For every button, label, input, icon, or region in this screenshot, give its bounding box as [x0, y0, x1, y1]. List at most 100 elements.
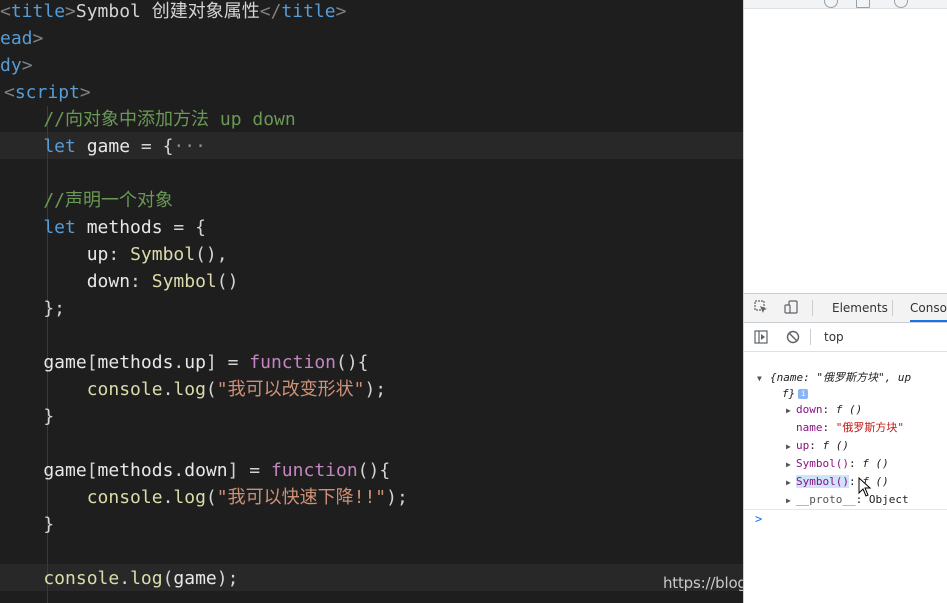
code-token: methods	[97, 352, 174, 373]
console-output[interactable]: ▼ {name: "俄罗斯方块", up f} i ▶ down: f () name…	[744, 352, 947, 603]
console-object-preview-end: f} i	[782, 386, 809, 402]
property-value: f ()	[835, 403, 863, 416]
collapsed-triangle-icon[interactable]: ▶	[786, 457, 791, 473]
code-line[interactable]: <script>	[4, 79, 91, 106]
code-line[interactable]: let methods = {	[0, 214, 206, 241]
code-token: <	[4, 82, 15, 103]
code-token: up	[0, 244, 109, 265]
console-prompt[interactable]: >	[755, 512, 762, 526]
back-icon[interactable]	[758, 0, 770, 6]
code-token: (	[205, 379, 217, 400]
code-token: (){	[336, 352, 369, 373]
code-token: :	[108, 244, 131, 265]
code-line[interactable]: <title>Symbol 创建对象属性</title>	[0, 0, 346, 25]
code-token: </	[259, 1, 282, 22]
code-line[interactable]: ead>	[0, 25, 43, 52]
code-line[interactable]: console.log("我可以改变形状");	[0, 376, 386, 403]
console-property-row[interactable]: name: "俄罗斯方块"	[796, 420, 904, 436]
collapsed-triangle-icon[interactable]: ▶	[786, 439, 791, 455]
code-line[interactable]: console.log("我可以快速下降!!");	[0, 484, 408, 511]
code-token: >	[32, 28, 44, 49]
inspect-element-icon[interactable]	[754, 300, 768, 314]
browser-window: Elements Conso top ▼ {name: "俄罗斯方块", up …	[743, 0, 947, 603]
console-divider	[744, 509, 947, 510]
code-token: ead	[0, 28, 33, 49]
code-token: ···	[173, 136, 206, 157]
clear-console-icon[interactable]	[786, 330, 800, 344]
console-object-preview[interactable]: ▼ {name: "俄罗斯方块", up	[757, 370, 911, 386]
profile-icon[interactable]	[894, 0, 908, 8]
code-token: title	[10, 1, 66, 22]
console-property-row[interactable]: ▶ Symbol(): f ()	[786, 474, 889, 490]
code-token: Symbol	[151, 271, 217, 292]
code-token: Symbol	[130, 244, 196, 265]
property-value: "俄罗斯方块"	[835, 421, 904, 434]
code-line[interactable]: //向对象中添加方法 up down	[0, 106, 295, 133]
collapsed-triangle-icon[interactable]: ▶	[786, 475, 791, 491]
code-token: game	[0, 352, 87, 373]
mouse-cursor-icon	[858, 477, 872, 497]
tab-console[interactable]: Conso	[910, 294, 947, 322]
code-line[interactable]: game[methods.up] = function(){	[0, 349, 369, 376]
code-token: .	[119, 568, 131, 589]
property-key: down	[796, 403, 823, 416]
toolbar-divider	[892, 300, 893, 316]
code-line[interactable]: let game = {···	[0, 133, 206, 160]
code-token: down	[0, 271, 131, 292]
property-key: Symbol()	[796, 457, 849, 470]
expanded-triangle-icon[interactable]: ▼	[757, 371, 762, 387]
code-token: methods	[97, 460, 174, 481]
code-token: .	[173, 352, 185, 373]
collapsed-triangle-icon[interactable]: ▶	[786, 493, 791, 509]
collapsed-triangle-icon[interactable]: ▶	[786, 403, 791, 419]
context-selector[interactable]: top	[824, 323, 844, 351]
code-token: game	[0, 460, 87, 481]
property-value: f ()	[862, 457, 889, 470]
code-token: console	[0, 379, 163, 400]
code-token: [	[86, 352, 98, 373]
code-token: (),	[195, 244, 228, 265]
code-token: (	[162, 568, 174, 589]
code-token: log	[130, 568, 163, 589]
watermark: https://blog.csdn.net/weixin_45849112	[663, 574, 743, 592]
reload-icon[interactable]	[824, 0, 838, 8]
console-property-row[interactable]: ▶ down: f ()	[786, 402, 863, 418]
browser-toolbar	[744, 0, 947, 9]
code-token: .	[162, 379, 174, 400]
code-line[interactable]: dy>	[0, 52, 33, 79]
code-editor[interactable]: <title>Symbol 创建对象属性</title> ead> dy> <scri…	[0, 0, 743, 603]
code-token: title	[281, 1, 336, 22]
code-token: };	[0, 298, 66, 319]
toolbar-divider	[812, 300, 813, 316]
code-token: }	[0, 406, 55, 427]
code-token: (){	[357, 460, 391, 481]
sidebar-toggle-icon[interactable]	[754, 330, 768, 344]
code-line[interactable]: console.log(game);	[0, 565, 238, 592]
code-token: );	[386, 487, 408, 508]
code-token: up	[184, 352, 206, 373]
home-icon[interactable]	[856, 0, 870, 8]
console-property-row[interactable]: ▶ up: f ()	[786, 438, 849, 454]
code-line[interactable]: game[methods.down] = function(){	[0, 457, 390, 484]
info-icon[interactable]: i	[798, 389, 809, 399]
tab-elements[interactable]: Elements	[832, 294, 888, 322]
code-line[interactable]: down: Symbol()	[0, 268, 239, 295]
code-line[interactable]: }	[0, 403, 54, 430]
code-token: ] =	[205, 352, 250, 373]
code-line[interactable]: };	[0, 295, 65, 322]
code-token: methods	[75, 217, 174, 238]
code-token: let	[0, 136, 76, 157]
code-token: //声明一个对象	[0, 190, 174, 211]
code-line[interactable]: }	[0, 511, 54, 538]
console-property-row[interactable]: ▶ __proto__: Object	[786, 492, 909, 508]
code-token: function	[249, 352, 336, 373]
console-property-row[interactable]: ▶ Symbol(): f ()	[786, 456, 889, 472]
code-token: down	[184, 460, 228, 481]
code-token: <	[0, 1, 11, 22]
code-line[interactable]: up: Symbol(),	[0, 241, 228, 268]
device-toggle-icon[interactable]	[784, 300, 798, 314]
code-token: (	[205, 487, 217, 508]
code-line[interactable]: //声明一个对象	[0, 187, 173, 214]
code-token: dy	[0, 55, 22, 76]
code-token: >	[65, 1, 76, 22]
